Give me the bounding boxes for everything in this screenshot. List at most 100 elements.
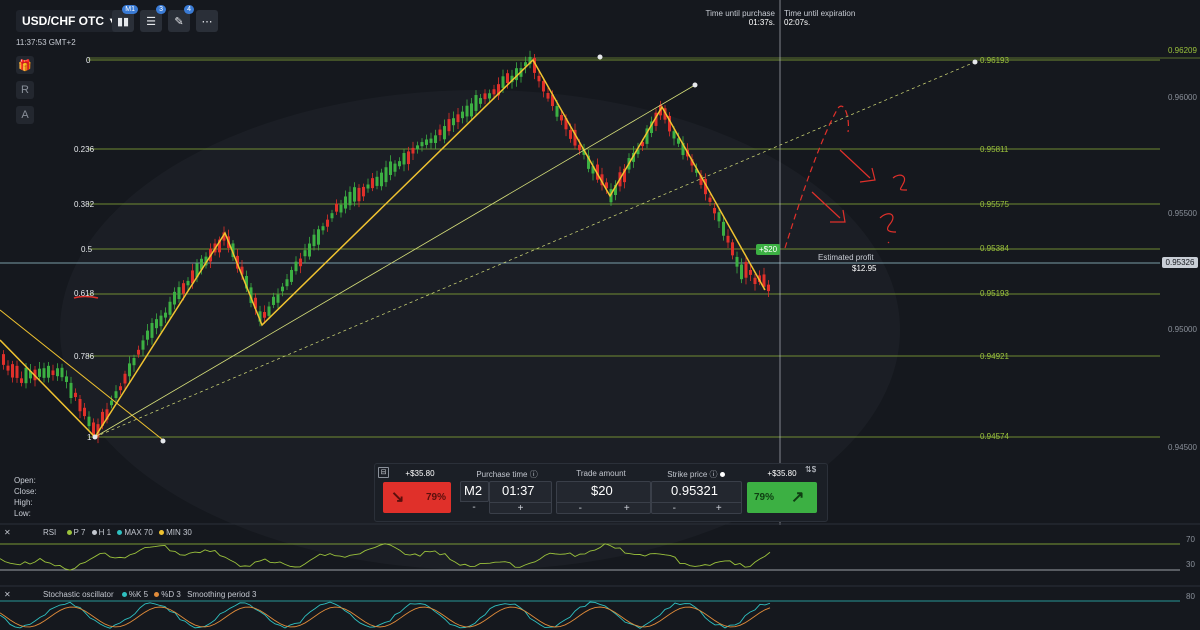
asset-selector-button[interactable]: USD/CHF OTC ▾ [16, 10, 123, 32]
candle [168, 301, 172, 315]
swap-icon: ⇅ [805, 465, 812, 474]
sidebar-a-button[interactable]: A [16, 106, 34, 124]
candle [740, 264, 743, 280]
open-trade-marker[interactable]: +$20 [756, 244, 781, 255]
candle [488, 93, 491, 99]
candle [285, 279, 289, 287]
help-icon: ⓘ [709, 470, 718, 479]
drawing-handle [692, 82, 698, 88]
candle [348, 191, 352, 206]
time-minus-button[interactable]: - [460, 502, 488, 514]
rsi-param[interactable]: MIN 30 [159, 528, 192, 537]
strike-toggle-dot[interactable] [719, 472, 725, 477]
candle [267, 306, 271, 316]
close-icon[interactable]: ✕ [4, 528, 11, 537]
currency-toggle[interactable]: ⇅$ [805, 465, 816, 474]
rsi-param[interactable]: H 1 [91, 528, 111, 537]
fib-level-label: 0.236 [74, 145, 95, 154]
candle [47, 365, 50, 378]
candle [452, 118, 455, 126]
time-until-purchase-value: 01:37s. [748, 18, 775, 27]
close-icon[interactable]: ✕ [4, 590, 11, 599]
candle [726, 235, 730, 243]
trade-amount-field[interactable]: $20 - + [556, 481, 651, 514]
candle [119, 386, 122, 391]
stochastic-param[interactable]: %K 5 [121, 590, 148, 599]
time-plus-button[interactable]: + [490, 503, 551, 515]
current-price-tag: 0.95326 [1162, 257, 1198, 268]
candle [425, 139, 428, 145]
candle [744, 261, 748, 278]
fib-level-label: 0 [86, 56, 91, 65]
rsi-param[interactable]: MAX 70 [117, 528, 153, 537]
collapse-panel-button[interactable]: ⊟ [378, 467, 389, 478]
stochastic-name: Stochastic oscillator [42, 590, 114, 599]
buy-payout: +$35.80 [767, 469, 797, 478]
candle [20, 378, 23, 383]
candle [317, 229, 320, 245]
candle [443, 126, 446, 140]
candle [155, 319, 158, 329]
more-button[interactable]: ⋯ [196, 10, 218, 32]
price-axis-tick: 0.96000 [1168, 93, 1197, 102]
purchase-time-field[interactable]: 01:37 + [489, 481, 552, 514]
indicators-badge: 3 [156, 5, 166, 14]
candle [15, 365, 19, 378]
rsi-param[interactable]: P 7 [66, 528, 85, 537]
buy-button[interactable]: 79% ↗ [747, 482, 817, 513]
candle [398, 161, 401, 167]
rsi-name: RSI [42, 528, 57, 537]
fib-price-label: 0.95811 [980, 145, 1009, 154]
candle [560, 114, 563, 121]
price-axis-tick: 0.95500 [1168, 209, 1197, 218]
candle [60, 367, 64, 378]
fib-price-label: 0.95193 [980, 289, 1009, 298]
candle [42, 368, 46, 378]
fib-level-label: 1 [87, 433, 92, 442]
arrow-down-icon: ↘ [391, 489, 405, 506]
chart-type-button[interactable]: ▮▮ M1 [112, 5, 138, 32]
candle [362, 186, 365, 197]
sell-button[interactable]: ↘ 79% [383, 482, 451, 513]
indicators-button[interactable]: ☰ 3 [140, 5, 166, 32]
drawings-badge: 4 [184, 5, 194, 14]
ohlc-high-label: High: [14, 498, 33, 507]
candle [537, 75, 541, 82]
amount-minus-button[interactable]: - [557, 503, 604, 515]
candle [483, 93, 487, 100]
candle [56, 368, 59, 377]
candle [492, 89, 496, 95]
timeframe-field[interactable]: M2 [460, 481, 489, 502]
candle [132, 358, 136, 366]
stochastic-param[interactable]: %D 3 [154, 590, 181, 599]
drawings-button[interactable]: ✎ 4 [168, 5, 194, 32]
candle [375, 176, 379, 186]
candle [542, 81, 545, 92]
candle [474, 95, 478, 111]
candle [434, 135, 437, 143]
candle [578, 144, 581, 151]
gift-button[interactable]: 🎁 [16, 56, 34, 74]
pencil-icon: ✎ [174, 15, 184, 28]
drawing-handle [972, 59, 978, 65]
rsi-level-label: 30 [1186, 560, 1195, 569]
candle [263, 312, 266, 318]
sidebar-r-button[interactable]: R [16, 81, 34, 99]
fib-price-label: 0.96193 [980, 56, 1009, 65]
stochastic-param[interactable]: Smoothing period 3 [187, 590, 256, 599]
trade-panel: ⊟ +$35.80 +$35.80 ⇅$ ↘ 79% Purchase time… [374, 463, 828, 522]
strike-plus-button[interactable]: + [697, 503, 742, 515]
strike-price-field[interactable]: 0.95321 - + [651, 481, 742, 514]
time-until-expiration-value: 02:07s. [784, 18, 811, 27]
candle [753, 277, 757, 285]
candle [461, 111, 464, 119]
candle [308, 243, 311, 257]
fib-price-label: 0.95575 [980, 200, 1009, 209]
amount-plus-button[interactable]: + [604, 503, 651, 515]
strike-minus-button[interactable]: - [652, 503, 697, 515]
strike-price-label: Strike price ⓘ [651, 469, 741, 480]
rsi-level-label: 70 [1186, 535, 1195, 544]
fib-price-label: 0.94921 [980, 352, 1009, 361]
fib-level-label: 0.5 [81, 245, 93, 254]
candle [51, 370, 55, 376]
